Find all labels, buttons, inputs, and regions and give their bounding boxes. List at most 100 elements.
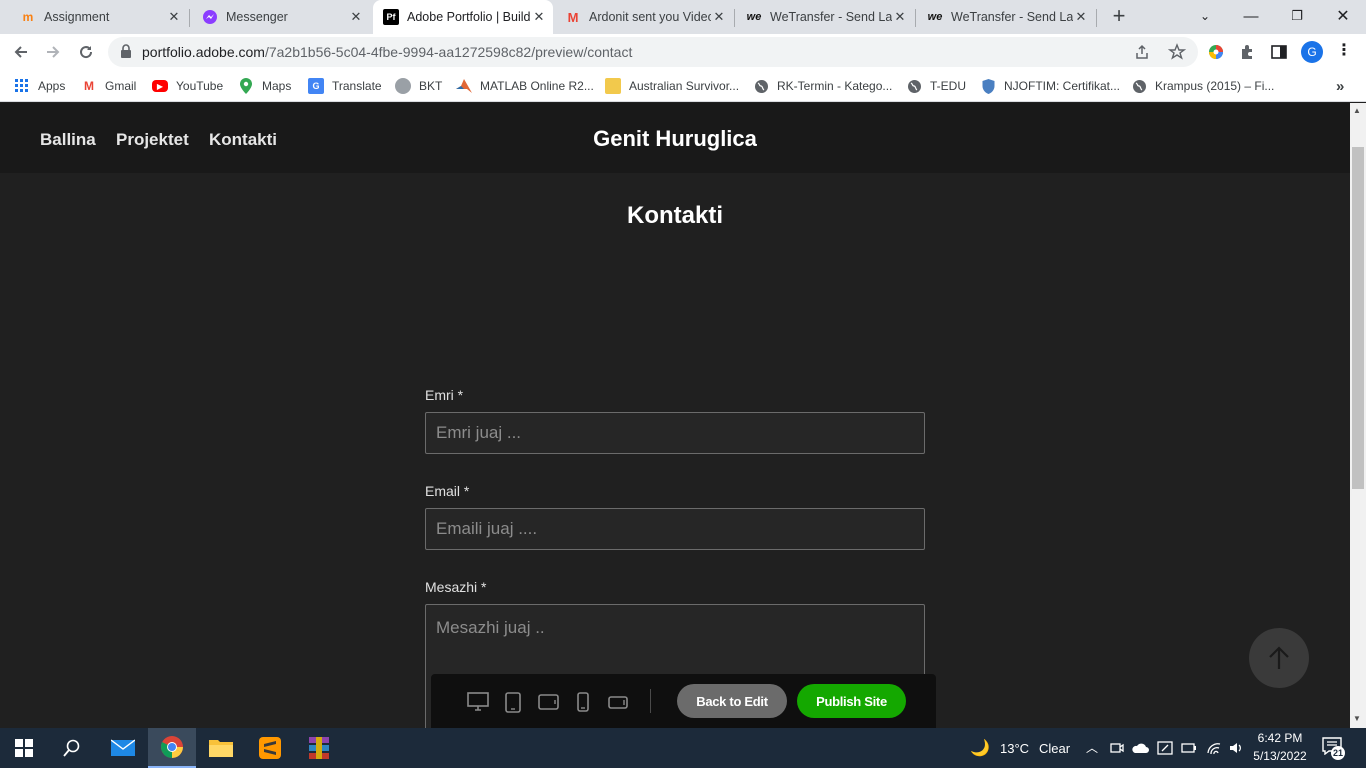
taskbar-sublime[interactable]	[246, 728, 294, 768]
bookmark-t-edu[interactable]: T-EDU	[906, 76, 966, 96]
taskbar-chrome[interactable]	[148, 728, 196, 768]
bookmark-youtube[interactable]: ▶ YouTube	[152, 76, 223, 96]
youtube-icon: ▶	[152, 80, 168, 92]
tab-adobe-portfolio[interactable]: Pf Adobe Portfolio | Build ✕	[373, 0, 553, 34]
close-window-button[interactable]: ✕	[1320, 0, 1366, 32]
scroll-to-top-button[interactable]	[1249, 628, 1309, 688]
taskbar-file-explorer[interactable]	[197, 728, 245, 768]
start-button[interactable]	[0, 728, 48, 768]
name-input[interactable]	[425, 412, 925, 454]
site-title[interactable]: Genit Huruglica	[0, 126, 1350, 152]
bookmark-label: Krampus (2015) – Fi...	[1155, 79, 1275, 93]
sublime-text-icon	[259, 737, 281, 759]
reload-icon	[80, 46, 93, 59]
bookmark-apps[interactable]: Apps	[14, 76, 65, 96]
bookmark-njoftim[interactable]: NJOFTIM: Certifikat...	[980, 76, 1120, 96]
bookmark-translate[interactable]: G Translate	[308, 76, 382, 96]
side-panel-icon[interactable]	[1271, 44, 1287, 60]
restore-button[interactable]: ❐	[1274, 0, 1320, 32]
scroll-up-arrow-icon[interactable]: ▲	[1353, 106, 1361, 115]
close-icon[interactable]: ✕	[1073, 9, 1089, 25]
page-title: Kontakti	[627, 202, 723, 229]
share-icon[interactable]	[1134, 44, 1150, 60]
folder-icon	[209, 740, 233, 757]
tab-gmail[interactable]: M Ardonit sent you Video ✕	[555, 0, 733, 34]
bookmark-maps[interactable]: Maps	[238, 76, 291, 96]
forward-button[interactable]	[39, 38, 67, 66]
moon-weather-icon[interactable]: 🌙	[970, 738, 990, 758]
browser-tab-strip: m Assignment ✕ Messenger ✕ Pf Adobe Port…	[0, 0, 1366, 34]
email-input[interactable]	[425, 508, 925, 550]
bookmark-label: Australian Survivor...	[629, 79, 740, 93]
tablet-landscape-icon[interactable]	[537, 691, 559, 713]
close-icon[interactable]: ✕	[166, 9, 182, 25]
bookmark-bkt[interactable]: BKT	[395, 76, 442, 96]
tab-wetransfer-2[interactable]: we WeTransfer - Send Larg ✕	[917, 0, 1095, 34]
weather-temp[interactable]: 13°C	[1000, 741, 1029, 756]
clock-time[interactable]: 6:42 PM	[1255, 731, 1305, 745]
bookmark-rk-termin[interactable]: RK-Termin - Katego...	[753, 76, 892, 96]
bookmark-label: Translate	[332, 79, 382, 93]
maps-icon	[238, 78, 254, 94]
bookmark-matlab[interactable]: MATLAB Online R2...	[456, 76, 594, 96]
weather-condition[interactable]: Clear	[1039, 741, 1070, 756]
pen-workspace-icon[interactable]	[1157, 740, 1173, 756]
kebab-menu-icon[interactable]: ⋮	[1336, 39, 1352, 65]
taskbar-mail[interactable]	[99, 728, 147, 768]
phone-landscape-icon[interactable]	[607, 691, 629, 713]
back-button[interactable]	[7, 38, 35, 66]
bookmark-label: BKT	[419, 79, 443, 93]
minimize-button[interactable]: —	[1228, 0, 1274, 32]
vertical-scrollbar[interactable]: ▲ ▼	[1350, 103, 1366, 728]
close-icon[interactable]: ✕	[531, 9, 547, 25]
back-to-edit-button[interactable]: Back to Edit	[677, 684, 787, 718]
wifi-icon[interactable]	[1206, 740, 1222, 756]
volume-icon[interactable]	[1228, 740, 1244, 756]
onedrive-cloud-icon[interactable]	[1131, 741, 1149, 755]
chrome-icon	[160, 736, 183, 758]
search-button[interactable]	[48, 728, 96, 768]
moodle-icon: m	[22, 10, 34, 24]
scrollbar-thumb[interactable]	[1352, 147, 1364, 489]
globe-icon	[1131, 78, 1147, 94]
bookmarks-overflow-icon[interactable]: »	[1336, 76, 1344, 96]
shield-icon	[980, 78, 996, 94]
tab-messenger[interactable]: Messenger ✕	[192, 0, 370, 34]
phone-portrait-icon[interactable]	[572, 691, 594, 713]
desktop-icon[interactable]	[467, 691, 489, 713]
tab-title: Ardonit sent you Video	[589, 10, 711, 24]
bookmark-gmail[interactable]: M Gmail	[81, 76, 136, 96]
toolbar-divider	[650, 689, 651, 713]
color-extension-icon[interactable]	[1207, 43, 1225, 61]
bookmark-australian-survivor[interactable]: Australian Survivor...	[605, 76, 739, 96]
bookmark-krampus[interactable]: Krampus (2015) – Fi...	[1131, 76, 1274, 96]
tablet-portrait-icon[interactable]	[502, 691, 524, 713]
url-text[interactable]: portfolio.adobe.com/7a2b1b56-5c04-4fbe-9…	[142, 44, 632, 60]
new-tab-button[interactable]: +	[1097, 0, 1141, 32]
bookmark-label: Apps	[38, 79, 66, 93]
address-bar[interactable]: portfolio.adobe.com/7a2b1b56-5c04-4fbe-9…	[108, 37, 1198, 67]
chevron-up-icon[interactable]: ︿	[1086, 739, 1098, 756]
notification-center-button[interactable]: 21	[1322, 737, 1345, 760]
preview-toolbar: Back to Edit Publish Site	[431, 674, 936, 728]
bookmark-label: Maps	[262, 79, 292, 93]
reload-button[interactable]	[72, 38, 100, 66]
taskbar-winrar[interactable]	[295, 728, 343, 768]
tab-search-button[interactable]: ⌄	[1182, 0, 1228, 32]
meet-now-icon[interactable]	[1110, 741, 1124, 755]
profile-avatar[interactable]: G	[1301, 41, 1323, 63]
publish-site-button[interactable]: Publish Site	[797, 684, 906, 718]
star-icon[interactable]	[1168, 43, 1186, 61]
close-icon[interactable]: ✕	[711, 9, 727, 25]
close-icon[interactable]: ✕	[348, 9, 364, 25]
close-icon[interactable]: ✕	[892, 9, 908, 25]
battery-plug-icon[interactable]	[1181, 741, 1197, 755]
folder-icon	[605, 78, 621, 94]
scroll-down-arrow-icon[interactable]: ▼	[1353, 714, 1361, 723]
extensions-puzzle-icon[interactable]	[1239, 43, 1257, 61]
tab-wetransfer-1[interactable]: we WeTransfer - Send Larg ✕	[736, 0, 914, 34]
bookmark-label: NJOFTIM: Certifikat...	[1004, 79, 1121, 93]
tab-assignment[interactable]: m Assignment ✕	[10, 0, 188, 34]
clock-date[interactable]: 5/13/2022	[1253, 749, 1307, 763]
arrow-up-icon	[1269, 646, 1289, 669]
